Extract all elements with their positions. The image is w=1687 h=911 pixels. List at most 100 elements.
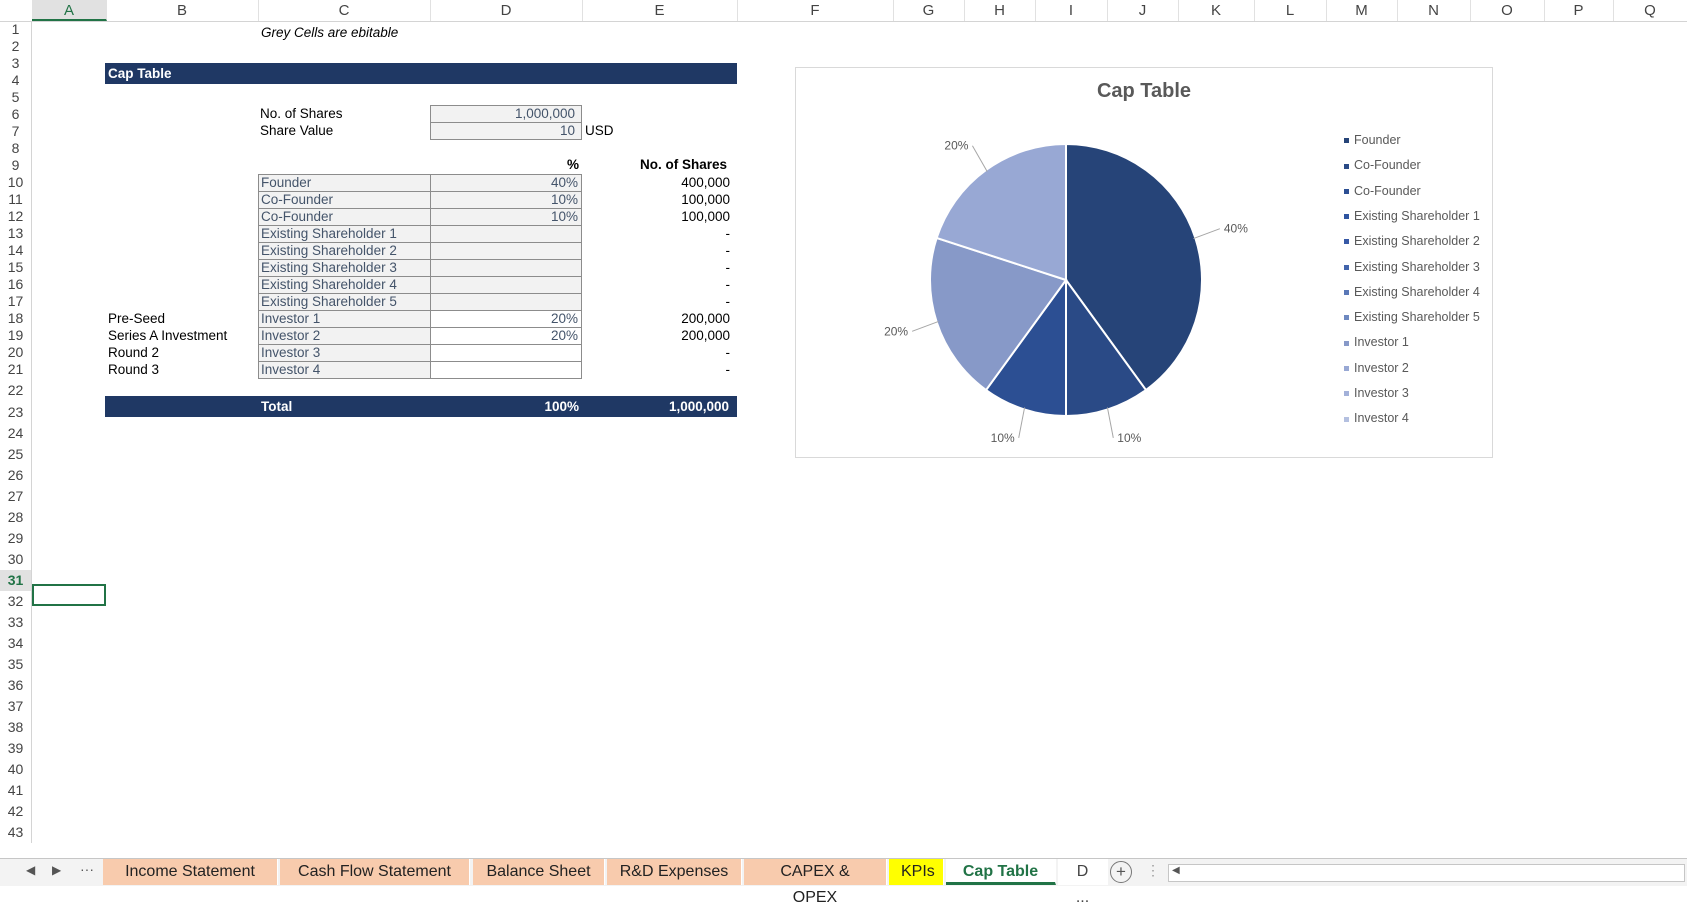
row-header-22[interactable]: 22 <box>0 378 32 402</box>
tab-balance-sheet[interactable]: Balance Sheet <box>473 859 605 885</box>
holder-name-cell[interactable]: Co-Founder <box>258 191 431 209</box>
holder-pct-cell[interactable] <box>430 242 582 260</box>
row-header-37[interactable]: 37 <box>0 696 32 717</box>
legend-entry[interactable]: Existing Shareholder 2 <box>1344 234 1480 248</box>
column-header-j[interactable]: J <box>1107 0 1179 21</box>
row-header-35[interactable]: 35 <box>0 654 32 675</box>
tab-scroll-right-icon[interactable]: ▶ <box>52 863 61 877</box>
holder-name-cell[interactable]: Existing Shareholder 3 <box>258 259 431 277</box>
row-header-28[interactable]: 28 <box>0 507 32 528</box>
column-header-p[interactable]: P <box>1544 0 1614 21</box>
row-header-19[interactable]: 19 <box>0 327 32 344</box>
holder-pct-cell[interactable] <box>430 361 582 379</box>
tab-cash-flow-statement[interactable]: Cash Flow Statement <box>280 859 470 885</box>
row-header-9[interactable]: 9 <box>0 157 32 174</box>
holder-name-cell[interactable]: Existing Shareholder 5 <box>258 293 431 311</box>
row-header-4[interactable]: 4 <box>0 72 32 89</box>
column-header-c[interactable]: C <box>258 0 431 21</box>
row-header-14[interactable]: 14 <box>0 242 32 259</box>
holder-name-cell[interactable]: Existing Shareholder 2 <box>258 242 431 260</box>
row-header-23[interactable]: 23 <box>0 402 32 423</box>
row-header-7[interactable]: 7 <box>0 123 32 140</box>
row-header-17[interactable]: 17 <box>0 293 32 310</box>
holder-pct-cell[interactable]: 20% <box>430 310 582 328</box>
row-header-12[interactable]: 12 <box>0 208 32 225</box>
column-header-n[interactable]: N <box>1397 0 1471 21</box>
row-header-8[interactable]: 8 <box>0 140 32 157</box>
row-header-6[interactable]: 6 <box>0 106 32 123</box>
row-header-20[interactable]: 20 <box>0 344 32 361</box>
holder-pct-cell[interactable] <box>430 344 582 362</box>
row-header-11[interactable]: 11 <box>0 191 32 208</box>
holder-pct-cell[interactable]: 20% <box>430 327 582 345</box>
column-header-l[interactable]: L <box>1254 0 1327 21</box>
row-header-31[interactable]: 31 <box>0 570 32 591</box>
holder-name-cell[interactable]: Co-Founder <box>258 208 431 226</box>
row-header-34[interactable]: 34 <box>0 633 32 654</box>
legend-entry[interactable]: Investor 1 <box>1344 335 1409 349</box>
holder-name-cell[interactable]: Investor 2 <box>258 327 431 345</box>
tab-r-d-expenses[interactable]: R&D Expenses <box>607 859 742 885</box>
holder-name-cell[interactable]: Founder <box>258 174 431 192</box>
legend-entry[interactable]: Existing Shareholder 3 <box>1344 260 1480 274</box>
row-header-1[interactable]: 1 <box>0 21 32 38</box>
row-header-40[interactable]: 40 <box>0 759 32 780</box>
tab-splitter-icon[interactable]: ⋮ <box>1146 862 1160 879</box>
tab-capex-opex[interactable]: CAPEX & OPEX <box>744 859 887 906</box>
column-header-o[interactable]: O <box>1470 0 1545 21</box>
holder-name-cell[interactable]: Existing Shareholder 4 <box>258 276 431 294</box>
column-header-d[interactable]: D <box>430 0 583 21</box>
row-header-36[interactable]: 36 <box>0 675 32 696</box>
legend-entry[interactable]: Investor 3 <box>1344 386 1409 400</box>
row-header-27[interactable]: 27 <box>0 486 32 507</box>
row-header-13[interactable]: 13 <box>0 225 32 242</box>
legend-entry[interactable]: Existing Shareholder 1 <box>1344 209 1480 223</box>
tab-scroll-left-icon[interactable]: ◀ <box>26 863 35 877</box>
row-header-3[interactable]: 3 <box>0 55 32 72</box>
row-header-16[interactable]: 16 <box>0 276 32 293</box>
holder-pct-cell[interactable] <box>430 259 582 277</box>
legend-entry[interactable]: Existing Shareholder 5 <box>1344 310 1480 324</box>
tab-income-statement[interactable]: Income Statement <box>103 859 278 885</box>
holder-name-cell[interactable]: Investor 3 <box>258 344 431 362</box>
add-sheet-icon[interactable]: + <box>1110 861 1132 883</box>
column-header-m[interactable]: M <box>1326 0 1398 21</box>
tab-cap-table[interactable]: Cap Table <box>946 859 1056 885</box>
column-header-e[interactable]: E <box>582 0 738 21</box>
row-header-33[interactable]: 33 <box>0 612 32 633</box>
holder-name-cell[interactable]: Investor 1 <box>258 310 431 328</box>
holder-name-cell[interactable]: Existing Shareholder 1 <box>258 225 431 243</box>
holder-pct-cell[interactable] <box>430 276 582 294</box>
row-header-43[interactable]: 43 <box>0 822 32 843</box>
row-header-41[interactable]: 41 <box>0 780 32 801</box>
column-header-g[interactable]: G <box>893 0 965 21</box>
row-header-25[interactable]: 25 <box>0 444 32 465</box>
column-header-a[interactable]: A <box>32 0 107 21</box>
legend-entry[interactable]: Co-Founder <box>1344 184 1421 198</box>
row-header-21[interactable]: 21 <box>0 361 32 378</box>
row-header-30[interactable]: 30 <box>0 549 32 570</box>
row-header-2[interactable]: 2 <box>0 38 32 55</box>
row-header-39[interactable]: 39 <box>0 738 32 759</box>
column-header-i[interactable]: I <box>1035 0 1108 21</box>
row-header-18[interactable]: 18 <box>0 310 32 327</box>
row-header-29[interactable]: 29 <box>0 528 32 549</box>
share-value-input-cell[interactable]: 10 <box>430 122 582 140</box>
active-cell-a31[interactable] <box>32 584 106 606</box>
holder-pct-cell[interactable]: 40% <box>430 174 582 192</box>
legend-entry[interactable]: Existing Shareholder 4 <box>1344 285 1480 299</box>
row-header-38[interactable]: 38 <box>0 717 32 738</box>
holder-name-cell[interactable]: Investor 4 <box>258 361 431 379</box>
row-header-26[interactable]: 26 <box>0 465 32 486</box>
holder-pct-cell[interactable]: 10% <box>430 191 582 209</box>
shares-input-cell[interactable]: 1,000,000 <box>430 105 582 123</box>
row-header-42[interactable]: 42 <box>0 801 32 822</box>
select-all-corner[interactable] <box>0 0 33 21</box>
legend-entry[interactable]: Founder <box>1344 133 1401 147</box>
legend-entry[interactable]: Investor 4 <box>1344 411 1409 425</box>
legend-entry[interactable]: Investor 2 <box>1344 361 1409 375</box>
horizontal-scrollbar[interactable]: ◀ <box>1168 864 1685 882</box>
row-header-15[interactable]: 15 <box>0 259 32 276</box>
column-header-b[interactable]: B <box>106 0 259 21</box>
holder-pct-cell[interactable] <box>430 225 582 243</box>
